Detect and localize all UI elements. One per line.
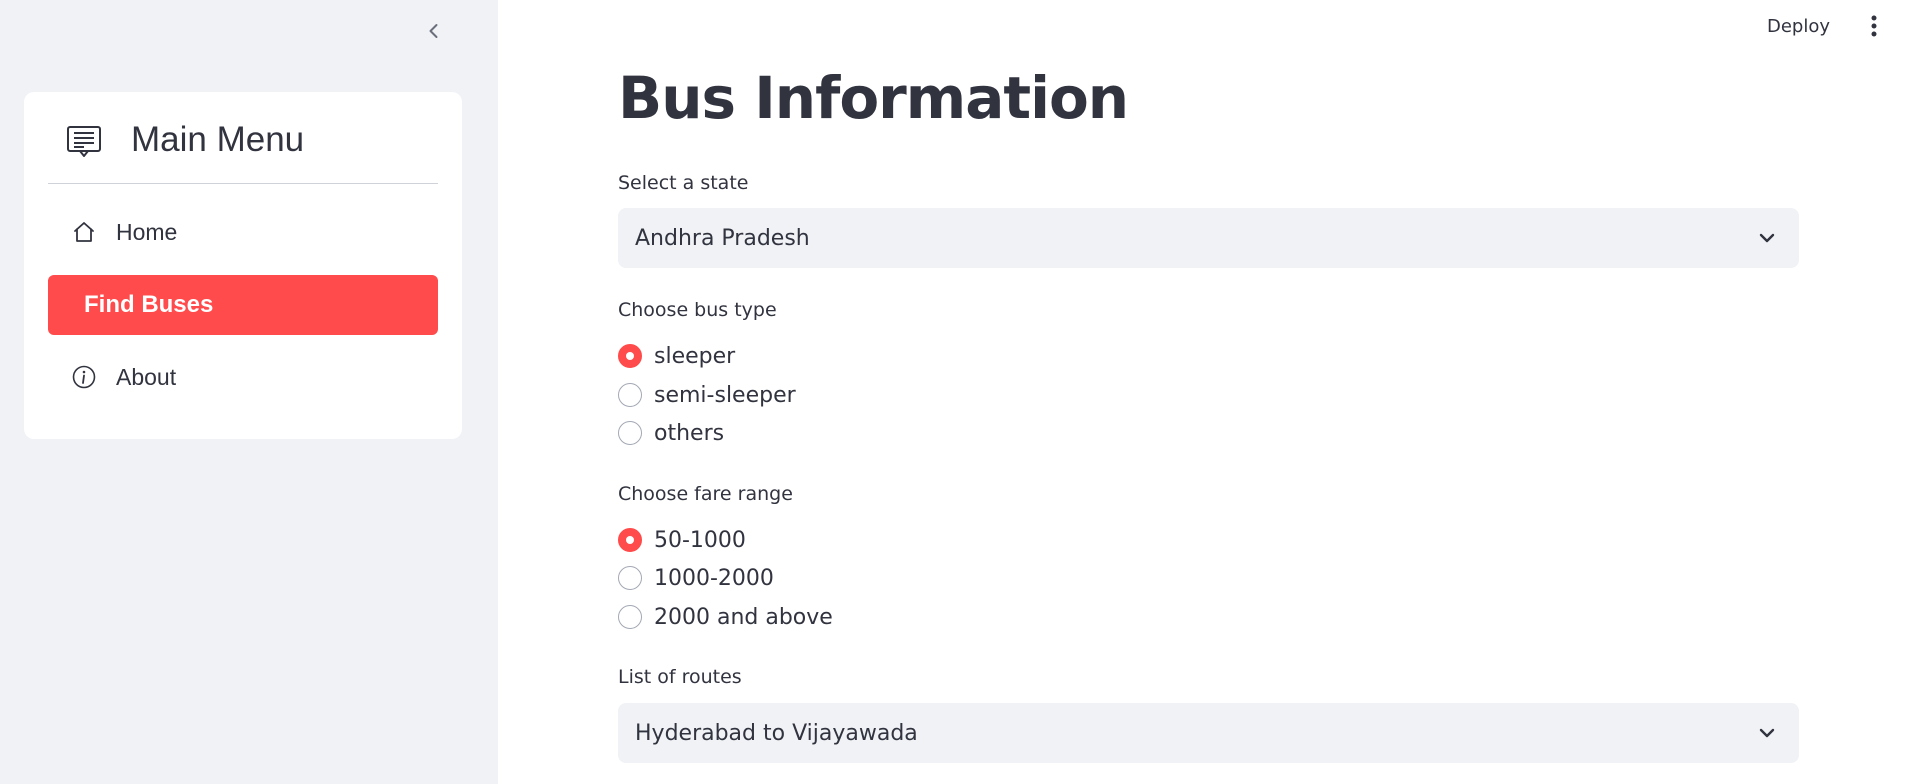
radio-bus-type-others[interactable]: others [618, 418, 724, 448]
radio-label: 2000 and above [654, 604, 833, 630]
menu-list-icon [67, 126, 101, 157]
sidebar-item-home[interactable]: Home [48, 202, 438, 262]
radio-bus-type-sleeper[interactable]: sleeper [618, 341, 735, 371]
routes-select[interactable]: Hyderabad to Vijayawada [618, 703, 1799, 763]
routes-select-label: List of routes [618, 666, 742, 688]
radio-label: semi-sleeper [654, 382, 796, 408]
collapse-sidebar-button[interactable] [420, 17, 448, 45]
sidebar-item-about[interactable]: About [48, 347, 438, 407]
routes-select-value: Hyderabad to Vijayawada [635, 720, 918, 746]
state-select-value: Andhra Pradesh [635, 225, 810, 251]
chevron-left-icon [429, 24, 438, 38]
radio-fare-2000-above[interactable]: 2000 and above [618, 602, 833, 632]
radio-button-selected [618, 344, 642, 368]
radio-button [618, 605, 642, 629]
chevron-down-icon [1759, 728, 1775, 738]
sidebar-item-label: Home [116, 218, 178, 245]
main-menu-card: Main Menu Home Find Buses About [24, 92, 462, 439]
app-root: Main Menu Home Find Buses About Deploy B… [0, 0, 1907, 784]
radio-button [618, 421, 642, 445]
home-icon [70, 218, 98, 246]
radio-label: sleeper [654, 343, 736, 369]
radio-button [618, 566, 642, 590]
radio-fare-50-1000[interactable]: 50-1000 [618, 525, 746, 555]
sidebar-item-label: About [116, 363, 177, 390]
page-title: Bus Information [618, 64, 1129, 132]
radio-button [618, 383, 642, 407]
state-select[interactable]: Andhra Pradesh [618, 208, 1799, 268]
sidebar: Main Menu Home Find Buses About [0, 0, 498, 784]
radio-fare-1000-2000[interactable]: 1000-2000 [618, 563, 774, 593]
kebab-menu-icon [1871, 15, 1877, 37]
fare-range-label: Choose fare range [618, 483, 793, 505]
main-menu-button[interactable] [1862, 12, 1886, 40]
deploy-button[interactable]: Deploy [1767, 12, 1830, 40]
radio-label: 50-1000 [654, 527, 746, 553]
menu-header: Main Menu [48, 92, 438, 184]
radio-label: others [654, 420, 725, 446]
chevron-down-icon [1759, 233, 1775, 243]
sidebar-item-label: Find Buses [84, 291, 214, 318]
menu-title: Main Menu [131, 120, 305, 159]
radio-label: 1000-2000 [654, 565, 774, 591]
info-icon [70, 363, 98, 391]
sidebar-item-find-buses[interactable]: Find Buses [48, 275, 438, 335]
radio-bus-type-semi-sleeper[interactable]: semi-sleeper [618, 380, 796, 410]
state-select-label: Select a state [618, 172, 749, 194]
bus-type-label: Choose bus type [618, 299, 777, 321]
radio-button-selected [618, 528, 642, 552]
